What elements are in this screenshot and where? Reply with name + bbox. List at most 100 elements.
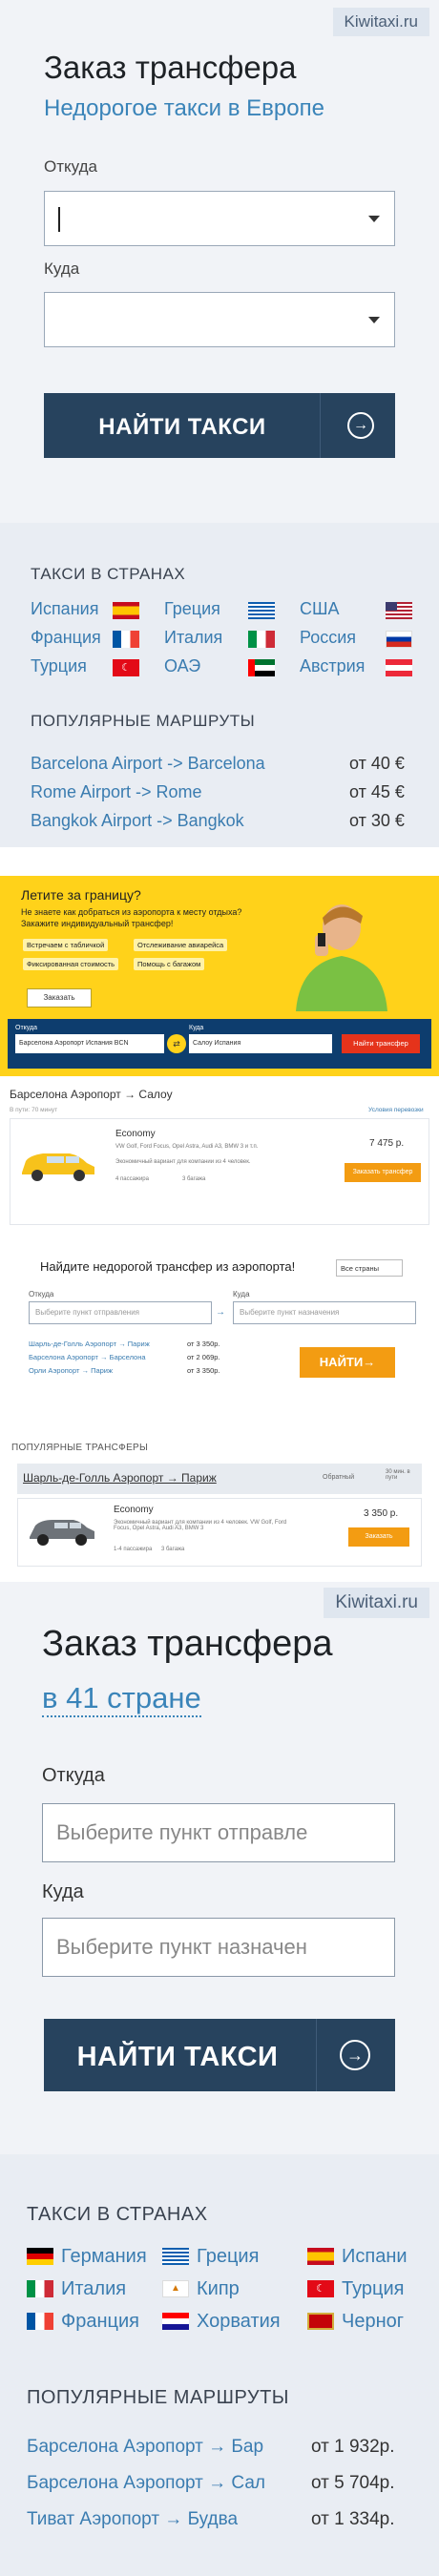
car-image — [30, 1520, 94, 1546]
turkey-flag-icon: ☾ — [113, 659, 139, 676]
country-link[interactable]: Греция — [164, 599, 220, 619]
country-link[interactable]: ОАЭ — [164, 656, 200, 676]
car-card: Economy VW Golf, Ford Focus, Opel Astra,… — [10, 1118, 429, 1225]
italy-flag-icon — [27, 2280, 53, 2297]
text-cursor — [58, 207, 60, 232]
car-description: Экономичный вариант для компании из 4 че… — [115, 1159, 251, 1165]
country-link[interactable]: Италия — [61, 2278, 126, 2300]
transfer-title: Барселона Аэропорт → Салоу — [10, 1088, 173, 1101]
transfer-duration: В пути: 70 минут — [10, 1107, 58, 1113]
to-select[interactable] — [44, 292, 395, 347]
car-price: 3 350 р. — [364, 1508, 399, 1519]
usa-flag-icon — [386, 602, 412, 619]
popular-car-card: Economy Экономичный вариант для компании… — [17, 1498, 422, 1567]
terms-link[interactable]: Условия перевозки — [368, 1107, 424, 1113]
route-link[interactable]: Шарль-де-Голль Аэропорт → Париж — [29, 1340, 150, 1348]
find-taxi-button[interactable]: НАЙТИ ТАКСИ → — [44, 393, 395, 458]
find-taxi-button[interactable]: НАЙТИ ТАКСИ → — [44, 2019, 395, 2091]
spain-flag-icon — [113, 602, 139, 619]
page-subtitle: Недорогое такси в Европе — [44, 95, 324, 121]
italy-flag-icon — [248, 631, 275, 648]
from-input[interactable]: Выберите пункт отправле — [42, 1803, 395, 1862]
find-button[interactable]: НАЙТИ→ — [300, 1347, 395, 1378]
country-link[interactable]: Австрия — [300, 656, 365, 676]
to-label: Куда — [189, 1025, 204, 1031]
countries-count-link[interactable]: в 41 стране — [42, 1681, 201, 1717]
from-input[interactable]: Выберите пункт отправления — [29, 1301, 212, 1324]
country-link[interactable]: Франция — [31, 628, 101, 648]
route-link[interactable]: Barcelona Airport -> Barcelona — [31, 754, 265, 774]
route-link[interactable]: Барселона Аэропорт → Барселона — [29, 1353, 146, 1361]
country-link[interactable]: Черног — [342, 2311, 404, 2333]
banner-order-button[interactable]: Заказать — [27, 988, 92, 1008]
car-models: VW Golf, Ford Focus, Opel Astra, Audi A3… — [115, 1144, 259, 1150]
routes-heading: ПОПУЛЯРНЫЕ МАРШРУТЫ — [27, 2387, 289, 2408]
return-option[interactable]: Обратный — [323, 1474, 354, 1481]
to-input[interactable]: Салоу Испания — [189, 1034, 332, 1053]
montenegro-flag-icon — [307, 2313, 334, 2330]
country-link[interactable]: Германия — [61, 2246, 147, 2268]
route-link[interactable]: Барселона Аэропорт → Сал — [27, 2473, 265, 2494]
country-link[interactable]: Турция — [342, 2278, 404, 2300]
swap-icon[interactable]: ⇄ — [167, 1034, 186, 1053]
popular-route-header: Шарль-де-Голль Аэропорт → Париж Обратный… — [17, 1464, 422, 1494]
route-price: от 1 932р. — [311, 2437, 395, 2457]
banner-title: Летите за границу? — [21, 887, 141, 903]
widget-1-form: Kiwitaxi.ru Заказ трансфера Недорогое та… — [0, 0, 439, 523]
chevron-down-icon — [368, 317, 380, 323]
country-link[interactable]: Турция — [31, 656, 87, 676]
russia-flag-icon — [386, 631, 412, 648]
from-input[interactable]: Барселона Аэропорт Испания BCN — [15, 1034, 164, 1053]
to-label: Куда — [42, 1881, 84, 1902]
search-transfer-button[interactable]: Найти трансфер — [342, 1034, 420, 1053]
popular-route-link[interactable]: Шарль-де-Голль Аэропорт → Париж — [23, 1471, 217, 1485]
brand-link[interactable]: Kiwitaxi.ru — [324, 1588, 429, 1618]
austria-flag-icon — [386, 659, 412, 676]
route-link[interactable]: Rome Airport -> Rome — [31, 782, 202, 802]
country-link[interactable]: Кипр — [197, 2278, 240, 2300]
feature-item: Отслеживание авиарейса — [134, 939, 228, 951]
taxi-car-image — [22, 1153, 94, 1181]
to-input[interactable]: Выберите пункт назначен — [42, 1918, 395, 1977]
country-link[interactable]: Хорватия — [197, 2311, 281, 2333]
passengers-count: 4 пассажира — [115, 1176, 149, 1182]
croatia-flag-icon — [162, 2313, 189, 2330]
brand-link[interactable]: Kiwitaxi.ru — [332, 8, 429, 36]
country-link[interactable]: Греция — [197, 2246, 259, 2268]
country-link[interactable]: Испания — [31, 599, 98, 619]
country-link[interactable]: Россия — [300, 628, 356, 648]
route-link[interactable]: Орли Аэропорт → Париж — [29, 1366, 113, 1375]
turkey-flag-icon: ☾ — [307, 2280, 334, 2297]
country-link[interactable]: Испани — [342, 2246, 408, 2268]
to-label: Куда — [44, 260, 80, 278]
france-flag-icon — [113, 631, 139, 648]
route-link[interactable]: Барселона Аэропорт → Бар — [27, 2437, 263, 2458]
widget-4-lists: ТАКСИ В СТРАНАХ Германия Греция Испани И… — [0, 2154, 439, 2576]
bags-count: 3 багажа — [182, 1176, 206, 1182]
arrow-right-icon: → — [347, 412, 374, 439]
country-link[interactable]: США — [300, 599, 340, 619]
country-select[interactable]: Все страны — [336, 1259, 403, 1277]
country-link[interactable]: Италия — [164, 628, 222, 648]
arrow-right-icon: → — [340, 2040, 370, 2070]
countries-heading: ТАКСИ В СТРАНАХ — [31, 565, 186, 583]
country-link[interactable]: Франция — [61, 2311, 139, 2333]
widget-4-form: Kiwitaxi.ru Заказ трансфера в 41 стране … — [0, 1582, 439, 2154]
order-button[interactable]: Заказать — [348, 1527, 409, 1547]
greece-flag-icon — [248, 602, 275, 619]
route-price: от 2 069р. — [187, 1353, 220, 1361]
route-link[interactable]: Bangkok Airport -> Bangkok — [31, 811, 244, 831]
feature-item: Помощь с багажом — [134, 958, 205, 970]
montenegro-field — [309, 2315, 332, 2328]
find-taxi-label: НАЙТИ ТАКСИ — [98, 414, 266, 440]
button-divider — [316, 2019, 317, 2091]
passengers-count: 1-4 пассажира — [114, 1547, 153, 1552]
order-transfer-button[interactable]: Заказать трансфер — [345, 1163, 421, 1182]
route-price: от 45 € — [349, 782, 405, 801]
to-input[interactable]: Выберите пункт назначения — [233, 1301, 416, 1324]
feature-item: Фиксированная стоимость — [23, 958, 119, 970]
page-title: Заказ трансфера — [42, 1624, 333, 1664]
route-link[interactable]: Тиват Аэропорт → Будва — [27, 2509, 238, 2530]
from-select[interactable] — [44, 191, 395, 246]
banner-text: Не знаете как добраться из аэропорта к м… — [21, 907, 242, 928]
